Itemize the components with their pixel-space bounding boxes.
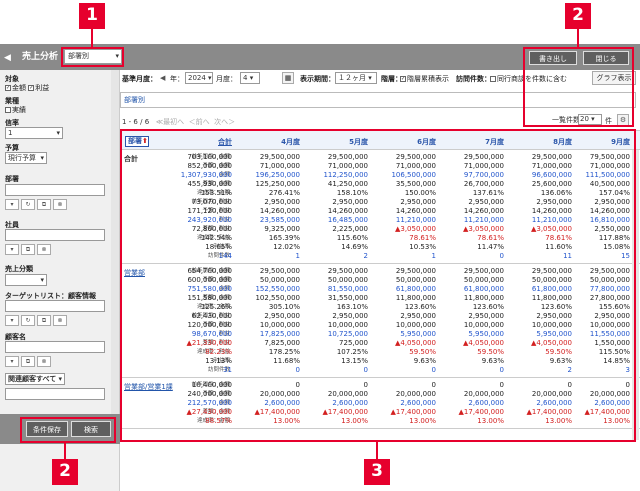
chevron-down-icon: ▾ [58, 375, 62, 383]
actual-checkbox-label: 実績 [12, 106, 26, 114]
callout-1-line [91, 28, 93, 47]
callout-2-bottom-outline [20, 417, 116, 443]
rate-value: 1 [8, 129, 13, 137]
related-customer-select[interactable]: 関連顧客すべて ▾ [5, 373, 65, 385]
dept-input[interactable] [5, 184, 105, 196]
callout-2-top-badge: 2 [565, 3, 591, 29]
dept-actions: ▾ ↻ ⧉ ⊗ [5, 199, 69, 211]
clear-icon[interactable]: ⊗ [53, 315, 67, 326]
callout-2-bottom-badge: 2 [52, 459, 78, 485]
callout-3-outline [120, 129, 636, 442]
related-customer-value: 関連顧客すべて [8, 375, 57, 383]
target-list-input[interactable] [5, 300, 105, 312]
copy-icon[interactable]: ⧉ [37, 199, 51, 210]
collapse-sidebar-icon[interactable]: ◀ [4, 52, 16, 64]
callout-2-top-line [577, 28, 579, 47]
clear-icon[interactable]: ⊗ [37, 244, 51, 255]
prev-year-icon[interactable]: ◀ [160, 74, 165, 82]
dept-label: 部署 [5, 175, 19, 183]
year-select[interactable]: 2024 ▾ [185, 72, 213, 84]
clear-icon[interactable]: ⊗ [37, 356, 51, 367]
chevron-down-icon: ▾ [56, 129, 60, 137]
copy-icon[interactable]: ⧉ [21, 244, 35, 255]
calendar-icon[interactable]: ▦ [282, 72, 294, 84]
budget-select[interactable]: 現行予算 ▾ [5, 152, 47, 164]
dropdown-icon[interactable]: ▾ [5, 315, 19, 326]
staff-input[interactable] [5, 229, 105, 241]
month-select[interactable]: 4 ▾ [240, 72, 260, 84]
month-value: 4 [243, 74, 248, 82]
callout-3-badge: 3 [364, 459, 390, 485]
sales-class-label: 売上分類 [5, 265, 33, 273]
callout-3-line [376, 442, 378, 459]
hierarchy-label: 階層： [381, 75, 402, 83]
callout-1-badge: 1 [79, 3, 105, 29]
clear-icon[interactable]: ⊗ [53, 199, 67, 210]
dropdown-icon[interactable]: ▾ [5, 199, 19, 210]
amount-checkbox-label: 金額 [12, 84, 26, 92]
pager-prev-link[interactable]: ＜前へ [189, 118, 210, 126]
hierarchy-checkbox[interactable]: ✓ [400, 76, 406, 82]
hierarchy-option: ✓ 階層累積表示 [400, 74, 449, 84]
sales-class-select[interactable]: ▾ [5, 274, 47, 286]
target-options: ✓ 金額 ✓ 利益 [5, 83, 49, 93]
actual-checkbox[interactable] [5, 107, 11, 113]
callout-1-outline [61, 47, 124, 67]
callout-2-top-outline [523, 47, 634, 127]
period-select[interactable]: １２ヶ月 ▾ [335, 72, 377, 84]
period-value: １２ヶ月 [338, 74, 366, 82]
profit-checkbox-label: 利益 [35, 84, 50, 92]
industry-options: 実績 [5, 105, 26, 115]
hierarchy-checkbox-label: 階層累積表示 [407, 75, 449, 83]
rate-select[interactable]: 1 ▾ [5, 127, 63, 139]
profit-checkbox[interactable]: ✓ [28, 85, 35, 91]
year-value: 2024 [188, 74, 206, 82]
dept-breadcrumb[interactable]: 部署別 [124, 95, 145, 105]
pager-range: 1 - 6 / 6 [122, 118, 150, 126]
dropdown-icon[interactable]: ▾ [5, 244, 19, 255]
copy-icon[interactable]: ⧉ [21, 356, 35, 367]
budget-value: 現行予算 [8, 154, 36, 162]
customer-actions: ▾ ⧉ ⊗ [5, 356, 53, 368]
refresh-icon[interactable]: ↻ [21, 199, 35, 210]
related-customer-input[interactable] [5, 388, 105, 400]
sidebar-scrollbar[interactable] [111, 70, 119, 414]
chevron-down-icon: ▾ [40, 276, 44, 284]
staff-actions: ▾ ⧉ ⊗ [5, 244, 53, 256]
customer-input[interactable] [5, 341, 105, 353]
amount-checkbox[interactable]: ✓ [5, 85, 11, 91]
pager-first-link[interactable]: ≪最初へ [156, 118, 184, 126]
page-title: 売上分析 [22, 52, 59, 62]
callout-2-bottom-line [64, 443, 66, 459]
chevron-down-icon: ▾ [40, 154, 44, 162]
pager: 1 - 6 / 6 ≪最初へ ＜前へ 次へ＞ [122, 117, 235, 127]
pager-next-link[interactable]: 次へ＞ [214, 118, 235, 126]
period-label: 表示期間： [300, 75, 335, 83]
dropdown-icon[interactable]: ▾ [5, 356, 19, 367]
refresh-icon[interactable]: ↻ [21, 315, 35, 326]
base-month-label: 基準月度： [122, 75, 157, 83]
visit-checkbox[interactable] [490, 76, 496, 82]
year-prefix-label: 年： [170, 75, 184, 83]
month-label: 月度： [216, 75, 237, 83]
target-list-actions: ▾ ↻ ⧉ ⊗ [5, 315, 69, 327]
visit-count-label: 訪問件数： [456, 75, 491, 83]
copy-icon[interactable]: ⧉ [37, 315, 51, 326]
